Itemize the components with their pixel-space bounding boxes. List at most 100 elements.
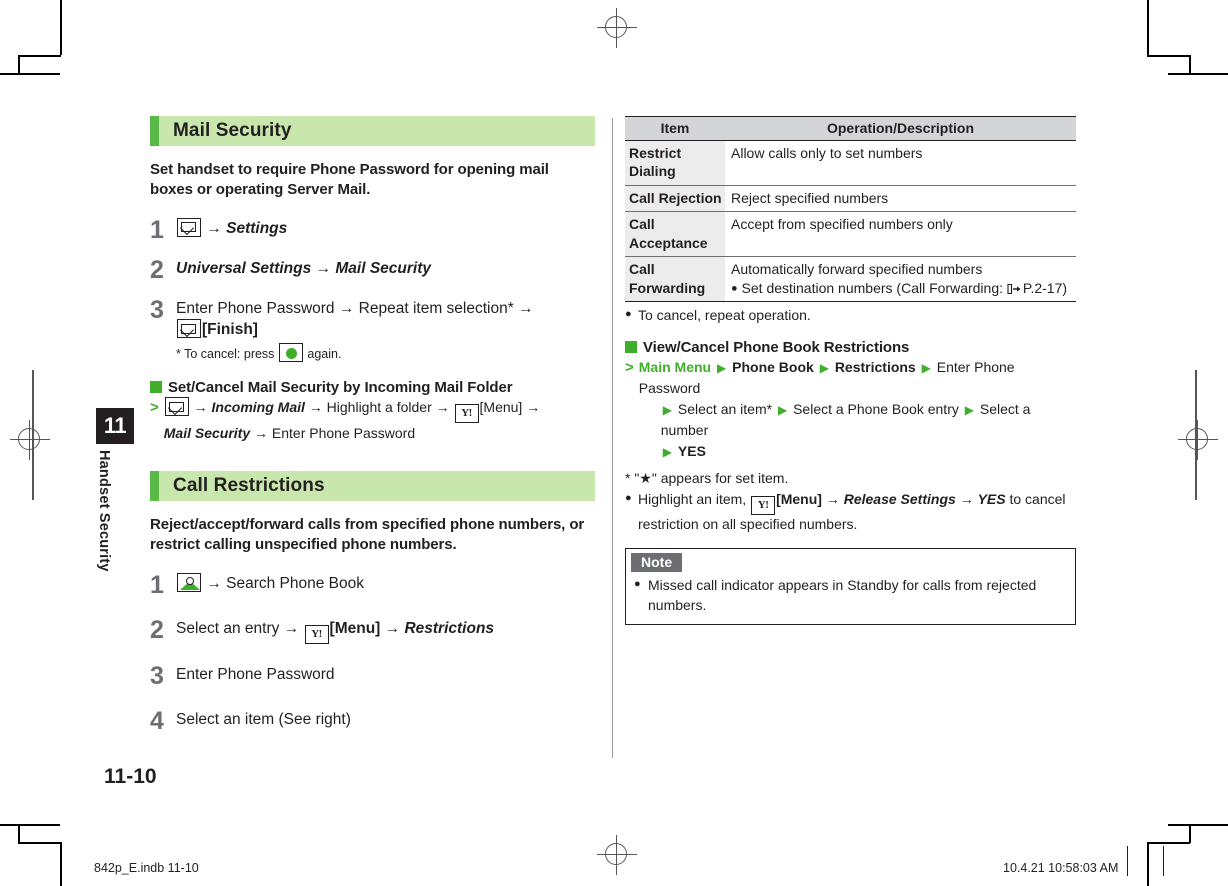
path-item-menu: [Menu] (479, 399, 523, 416)
footer-rule-right (1163, 846, 1164, 876)
step-3-mail-security: 3 Enter Phone Password → Repeat item sel… (150, 296, 595, 363)
step-number: 3 (150, 295, 164, 324)
page-reference-icon (1007, 281, 1022, 294)
step-1-call-restrictions: 1 → Search Phone Book (150, 571, 595, 598)
footnote-text-b: again. (307, 346, 342, 361)
cancel-repeat-text: To cancel, repeat operation. (638, 307, 811, 324)
breadcrumb-main-menu: Main Menu (638, 358, 712, 375)
subheading-label: Set/Cancel Mail Security by Incoming Mai… (168, 379, 513, 397)
triangle-separator-icon: ▶ (717, 360, 727, 375)
mail-key-icon (177, 217, 201, 237)
menu-label: [Menu] (776, 491, 822, 508)
step-body: → Settings (176, 216, 287, 239)
table-cell-description: Accept from specified numbers only (725, 211, 1076, 258)
finish-label: [Finish] (202, 321, 258, 339)
subheading-label: View/Cancel Phone Book Restrictions (643, 338, 910, 356)
table-cell-item: Call Forwarding (625, 256, 725, 303)
manual-page: 11 Handset Security Mail Security Set ha… (0, 0, 1228, 886)
phone-book-key-icon (177, 573, 201, 593)
breadcrumb-yes: YES (677, 442, 706, 459)
step-number: 4 (150, 707, 164, 736)
arrow-glyph: → (308, 399, 323, 416)
call-restrictions-lead: Reject/accept/forward calls from specifi… (150, 516, 585, 554)
triangle-separator-icon: ▶ (964, 402, 974, 417)
arrow-glyph: → (254, 425, 269, 442)
table-cell-desc-text: Accept from specified numbers only (731, 216, 953, 233)
step-number: 2 (150, 616, 164, 645)
chapter-number: 11 (96, 408, 134, 444)
column-divider (612, 118, 613, 758)
section-heading-call-restrictions: Call Restrictions (150, 471, 595, 502)
table-cell-item: Restrict Dialing (625, 140, 725, 186)
table-cell-description: Allow calls only to set numbers (725, 140, 1076, 186)
bullet-glyph: ● (731, 282, 738, 295)
step-text-select-entry: Select an entry (176, 620, 280, 638)
arrow-glyph-2: → (384, 620, 401, 638)
note-text: Missed call indicator appears in Standby… (648, 577, 1037, 613)
step-target-label: Search Phone Book (226, 575, 364, 593)
breadcrumb-select-entry: Select a Phone Book entry (793, 400, 959, 417)
green-square-icon (150, 381, 162, 394)
step-2-mail-security: 2 Universal Settings → Mail Security (150, 256, 595, 283)
step-body: Universal Settings → Mail Security (176, 256, 431, 279)
table-header-operation: Operation/Description (725, 116, 1076, 141)
breadcrumb-line-2: ▶ Select an item* ▶ Select a Phone Book … (639, 399, 1077, 441)
step-body: Select an item (See right) (176, 711, 351, 729)
table-row: Restrict Dialing Allow calls only to set… (625, 140, 1076, 186)
step-number: 1 (150, 571, 164, 600)
table-cell-desc-sub: ● Set destination numbers (Call Forwardi… (731, 279, 1070, 297)
step-target-label-2: Mail Security (335, 259, 431, 277)
table-cell-desc-text: Allow calls only to set numbers (731, 145, 923, 161)
triangle-separator-icon: ▶ (921, 360, 931, 375)
chapter-tab: 11 Handset Security (96, 408, 134, 572)
center-ok-key-icon (278, 342, 303, 362)
step-target-restrictions: Restrictions (404, 620, 495, 638)
arrow-glyph-1: → (283, 620, 300, 638)
step-body: Select an entry → Y! [Menu] → Restriction… (176, 616, 495, 645)
menu-label: [Menu] (329, 620, 381, 638)
arrow-glyph: → (193, 399, 208, 416)
path-item-highlight-folder: Highlight a folder (326, 399, 432, 416)
gt-marker: > (625, 358, 634, 376)
step-text-b: Repeat item selection* (358, 299, 514, 317)
arrow-glyph-1: → (338, 299, 355, 317)
step-body: → Search Phone Book (176, 571, 364, 594)
left-column: Mail Security Set handset to require Pho… (150, 116, 595, 747)
step-number: 1 (150, 215, 164, 244)
step-body: Enter Phone Password → Repeat item selec… (176, 296, 534, 363)
restrictions-breadcrumb: > Main Menu ▶ Phone Book ▶ Restrictions … (625, 357, 1077, 462)
star-footnote: * "★" appears for set item. (625, 469, 789, 486)
step-2-call-restrictions: 2 Select an entry → Y! [Menu] → Restricti… (150, 616, 595, 645)
step-4-call-restrictions: 4 Select an item (See right) (150, 707, 595, 734)
table-cell-description: Reject specified numbers (725, 185, 1076, 213)
subheading-set-cancel-mail-security: Set/Cancel Mail Security by Incoming Mai… (150, 379, 595, 396)
breadcrumb-restrictions: Restrictions (834, 358, 916, 375)
bullet-glyph: ● (625, 492, 632, 505)
yahoo-menu-key-icon: Y! (304, 625, 329, 645)
footer-file-name: 842p_E.indb 11-10 (94, 861, 199, 875)
cancel-repeat-bullet: ● To cancel, repeat operation. (625, 306, 1077, 326)
table-header-item: Item (625, 116, 725, 141)
bullet-glyph: ● (634, 578, 641, 591)
table-row: Call Forwarding Automatically forward sp… (625, 256, 1076, 303)
table-cell-description: Automatically forward specified numbers … (725, 256, 1076, 303)
release-settings-bullet: ● Highlight an item, Y! [Menu] → Release … (625, 490, 1077, 535)
step-1-mail-security: 1 → Settings (150, 216, 595, 243)
subheading-path-mail-security: > → Incoming Mail → Highlight a folder →… (150, 397, 595, 443)
arrow-glyph: → (435, 399, 450, 416)
subheading-view-cancel-restrictions: View/Cancel Phone Book Restrictions (625, 339, 1077, 356)
table-row: Call Acceptance Accept from specified nu… (625, 211, 1076, 258)
table-cell-page-ref: P.2-17) (1022, 279, 1068, 296)
green-square-icon (625, 340, 637, 353)
section-accent-bar (150, 471, 159, 502)
section-heading-label: Call Restrictions (173, 475, 325, 497)
mail-security-lead: Set handset to require Phone Password fo… (150, 161, 549, 198)
breadcrumb-line-3: ▶ YES (639, 441, 1077, 462)
triangle-separator-icon: ▶ (662, 444, 672, 459)
path-item-mail-security: Mail Security (163, 425, 251, 442)
mail-key-icon (177, 319, 201, 339)
path-item-incoming-mail: Incoming Mail (211, 399, 305, 416)
note-body: ● Missed call indicator appears in Stand… (626, 574, 1075, 615)
step-number: 3 (150, 662, 164, 691)
table-cell-item: Call Acceptance (625, 211, 725, 258)
